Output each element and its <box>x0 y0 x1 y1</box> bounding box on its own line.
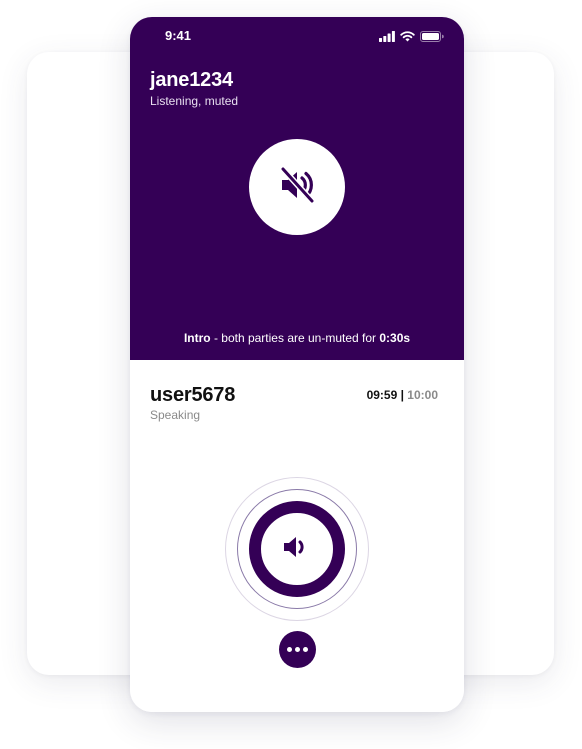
listener-username: jane1234 <box>150 69 233 91</box>
speaker-button[interactable] <box>249 501 345 597</box>
speaker-username: user5678 <box>150 384 236 406</box>
battery-icon <box>420 29 444 47</box>
more-options-icon <box>287 647 292 652</box>
intro-time: 0:30s <box>379 331 411 345</box>
speaker-muted-icon <box>275 163 319 212</box>
speaker-status: Speaking <box>150 408 201 422</box>
listener-status: Listening, muted <box>150 94 239 108</box>
call-timer: 09:59 | 10:00 <box>367 388 438 402</box>
signal-icon <box>379 29 395 47</box>
timer-separator: | <box>397 388 408 402</box>
speaker-icon <box>281 531 313 568</box>
intro-label: Intro <box>183 331 211 345</box>
timer-elapsed: 09:59 <box>366 388 398 402</box>
more-options-icon <box>295 647 300 652</box>
listener-panel: 9:41 jane1234 Listening, muted Intro - b… <box>130 17 464 360</box>
wifi-icon <box>400 29 415 47</box>
status-time: 9:41 <box>165 28 192 43</box>
intro-text: - both parties are un-muted for <box>210 331 380 345</box>
more-options-icon <box>303 647 308 652</box>
timer-total: 10:00 <box>407 388 438 402</box>
mute-toggle-button[interactable] <box>249 139 345 235</box>
intro-notice: Intro - both parties are un-muted for 0:… <box>130 331 464 345</box>
status-bar: 9:41 <box>130 17 464 57</box>
speaker-panel: user5678 Speaking 09:59 | 10:00 <box>130 360 464 712</box>
more-options-button[interactable] <box>279 631 316 668</box>
phone-frame: 9:41 jane1234 Listening, muted Intro - b… <box>130 17 464 712</box>
status-icons <box>379 29 444 47</box>
